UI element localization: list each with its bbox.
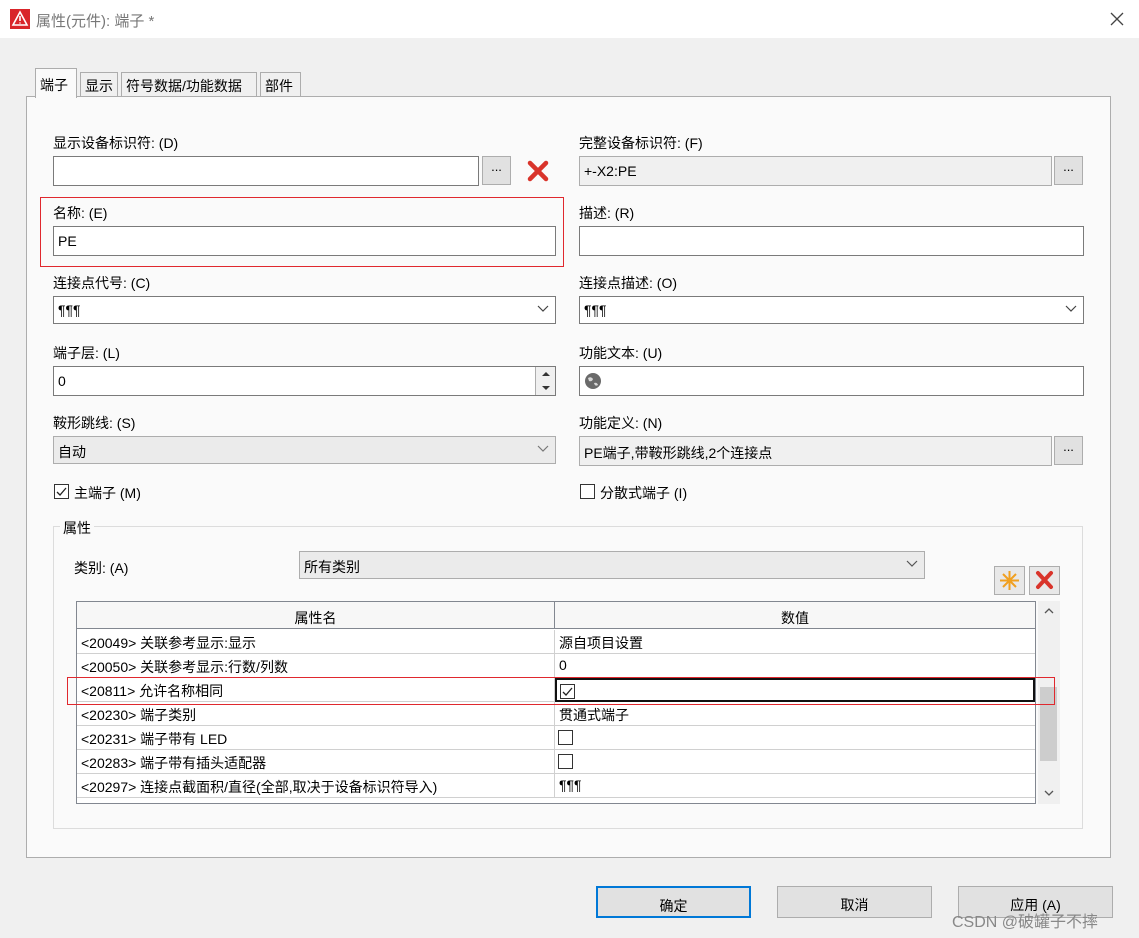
property-name-cell[interactable]: <20050> 关联参考显示:行数/列数 (77, 654, 555, 678)
property-value-cell[interactable]: 源自项目设置 (555, 630, 1035, 654)
table-row[interactable]: <20049> 关联参考显示:显示 源自项目设置 (77, 630, 1035, 654)
main-terminal-checkbox[interactable] (54, 484, 69, 499)
chevron-down-icon (906, 560, 918, 567)
scroll-up-icon[interactable] (1038, 601, 1060, 621)
scroll-down-icon[interactable] (1038, 783, 1060, 803)
property-name-cell[interactable]: <20049> 关联参考显示:显示 (77, 630, 555, 654)
window-title: 属性(元件): 端子 * (36, 13, 155, 30)
connection-code-label: 连接点代号: (C) (53, 275, 151, 291)
cancel-button[interactable]: 取消 (777, 886, 932, 918)
main-terminal-label: 主端子 (M) (74, 485, 141, 501)
tab-display[interactable]: 显示 (80, 72, 118, 97)
property-value-cell[interactable]: 贯通式端子 (555, 702, 1035, 726)
table-row[interactable]: <20231> 端子带有 LED (77, 726, 1035, 750)
globe-icon[interactable] (584, 372, 602, 390)
tab-terminal[interactable]: 端子 (35, 68, 77, 98)
distributed-terminal-label: 分散式端子 (I) (600, 485, 688, 501)
name-label: 名称: (E) (53, 205, 108, 221)
close-icon[interactable] (1106, 8, 1128, 30)
full-device-id-field: +-X2:PE (579, 156, 1052, 186)
device-id-browse-button[interactable]: ... (482, 156, 511, 185)
connection-code-select[interactable]: ¶¶¶ (53, 296, 556, 324)
property-value-cell[interactable]: ¶¶¶ (555, 774, 1035, 798)
function-text-label: 功能文本: (U) (579, 345, 663, 361)
saddle-jumper-value: 自动 (58, 444, 86, 460)
table-row[interactable]: <20230> 端子类别 贯通式端子 (77, 702, 1035, 726)
stepper-up-button[interactable] (535, 367, 555, 381)
watermark: CSDN @破罐子不摔 (952, 914, 1099, 931)
column-header-value[interactable]: 数值 (555, 602, 1035, 629)
connection-code-value: ¶¶¶ (58, 302, 81, 318)
saddle-jumper-select[interactable]: 自动 (53, 436, 556, 464)
property-name-cell[interactable]: <20283> 端子带有插头适配器 (77, 750, 555, 774)
property-name-cell[interactable]: <20297> 连接点截面积/直径(全部,取决于设备标识符导入) (77, 774, 555, 798)
device-id-label: 显示设备标识符: (D) (53, 135, 179, 151)
connection-desc-value: ¶¶¶ (584, 302, 607, 318)
delete-icon[interactable] (525, 158, 551, 184)
stepper-down-button[interactable] (535, 381, 555, 395)
new-property-button[interactable] (994, 566, 1025, 595)
chevron-up-icon (542, 372, 550, 376)
category-label: 类别: (A) (74, 560, 129, 576)
connection-desc-label: 连接点描述: (O) (579, 275, 677, 291)
table-row[interactable]: <20050> 关联参考显示:行数/列数 0 (77, 654, 1035, 678)
app-logo-icon (10, 9, 30, 29)
property-name-cell[interactable]: <20231> 端子带有 LED (77, 726, 555, 750)
device-id-input[interactable] (53, 156, 479, 186)
function-definition-label: 功能定义: (N) (579, 415, 663, 431)
property-checkbox[interactable] (558, 730, 573, 745)
terminal-level-value: 0 (58, 373, 66, 389)
tab-parts[interactable]: 部件 (260, 72, 301, 97)
full-device-id-label: 完整设备标识符: (F) (579, 135, 703, 151)
table-row[interactable]: <20297> 连接点截面积/直径(全部,取决于设备标识符导入) ¶¶¶ (77, 774, 1035, 798)
chevron-down-icon (1065, 305, 1077, 312)
table-row[interactable]: <20283> 端子带有插头适配器 (77, 750, 1035, 774)
property-name-cell[interactable]: <20230> 端子类别 (77, 702, 555, 726)
column-header-name[interactable]: 属性名 (77, 602, 555, 629)
description-input[interactable] (579, 226, 1084, 256)
description-label: 描述: (R) (579, 205, 635, 221)
new-star-icon (1000, 571, 1019, 590)
properties-group-title: 属性 (60, 518, 94, 538)
title-bar (0, 0, 1139, 38)
chevron-down-icon (542, 386, 550, 390)
checkmark-icon (56, 487, 67, 496)
function-definition-browse-button[interactable]: ... (1054, 436, 1083, 465)
property-checkbox[interactable] (558, 754, 573, 769)
terminal-level-stepper[interactable]: 0 (53, 366, 556, 396)
connection-desc-select[interactable]: ¶¶¶ (579, 296, 1084, 324)
distributed-terminal-checkbox[interactable] (580, 484, 595, 499)
saddle-jumper-label: 鞍形跳线: (S) (53, 415, 136, 431)
chevron-down-icon (537, 445, 549, 452)
chevron-down-icon (537, 305, 549, 312)
full-device-id-browse-button[interactable]: ... (1054, 156, 1083, 185)
tab-symbol-function-data[interactable]: 符号数据/功能数据 (121, 72, 257, 97)
function-text-input[interactable] (579, 366, 1084, 396)
property-value-cell[interactable]: 0 (555, 654, 1035, 678)
allow-same-name-highlight-box (67, 677, 1055, 705)
property-value-cell[interactable] (555, 750, 1035, 774)
function-definition-field: PE端子,带鞍形跳线,2个连接点 (579, 436, 1052, 466)
category-value: 所有类别 (304, 559, 360, 575)
terminal-level-label: 端子层: (L) (53, 345, 120, 361)
name-input[interactable]: PE (53, 226, 556, 256)
property-value-cell[interactable] (555, 726, 1035, 750)
delete-icon (1036, 571, 1053, 589)
ok-button[interactable]: 确定 (596, 886, 751, 918)
category-select[interactable]: 所有类别 (299, 551, 925, 579)
delete-property-button[interactable] (1029, 566, 1060, 595)
